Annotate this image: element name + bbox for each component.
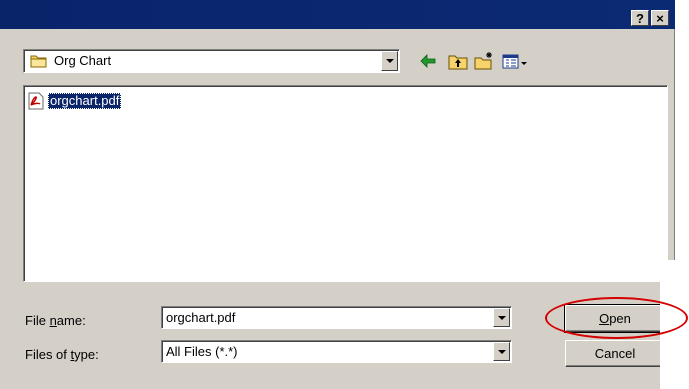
file-name-dropdown-button[interactable] — [493, 308, 510, 327]
file-name-label: orgchart.pdf — [48, 93, 122, 109]
file-name-input[interactable]: orgchart.pdf — [161, 306, 512, 329]
look-in-dropdown[interactable]: Org Chart — [23, 49, 400, 73]
open-button[interactable]: Open — [564, 304, 666, 333]
file-list[interactable]: orgchart.pdf — [23, 85, 668, 282]
file-type-select[interactable]: All Files (*.*) — [161, 340, 512, 363]
file-name-value: orgchart.pdf — [166, 310, 236, 325]
file-name-label-text: File name: — [25, 313, 86, 328]
title-bar: ? × — [0, 0, 675, 29]
file-type-value: All Files (*.*) — [166, 344, 238, 359]
up-folder-icon[interactable] — [447, 51, 469, 71]
back-arrow-icon[interactable] — [417, 51, 439, 71]
close-button[interactable]: × — [651, 10, 669, 26]
cancel-button-label: Cancel — [594, 346, 636, 361]
open-file-dialog: ? × Org Chart orgchart.pdf File name: or… — [0, 0, 675, 389]
background-margin — [660, 260, 689, 389]
folder-icon — [30, 55, 47, 68]
file-type-dropdown-button[interactable] — [493, 342, 510, 361]
cancel-button[interactable]: Cancel — [565, 340, 665, 367]
view-menu-icon[interactable] — [501, 51, 529, 71]
look-in-value: Org Chart — [54, 53, 112, 68]
pdf-file-icon — [28, 92, 44, 110]
file-type-label-text: Files of type: — [25, 347, 99, 362]
open-button-key: O — [599, 311, 610, 326]
look-in-dropdown-button[interactable] — [381, 51, 398, 71]
help-button[interactable]: ? — [631, 10, 649, 26]
new-folder-icon[interactable] — [473, 51, 495, 71]
open-button-label: pen — [609, 311, 631, 326]
